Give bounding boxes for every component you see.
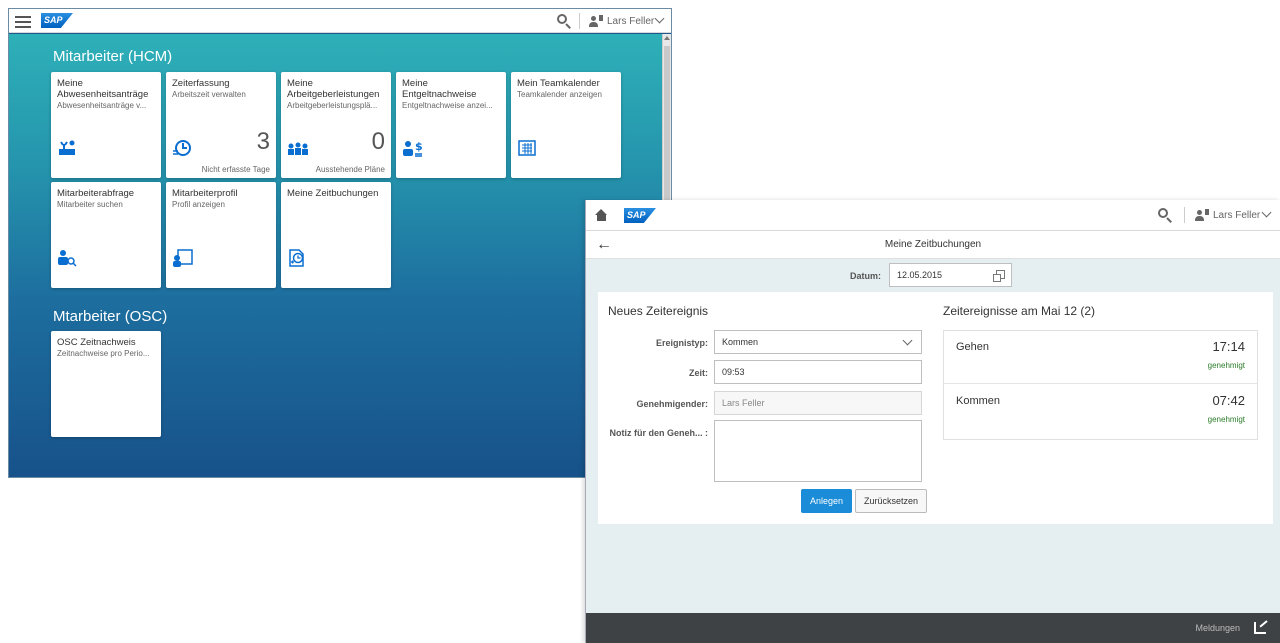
divider [579, 13, 580, 29]
menu-icon[interactable] [15, 13, 31, 29]
divider [1184, 207, 1185, 223]
tile-subtitle: Arbeitszeit verwalten [172, 90, 246, 99]
sap-logo: SAP [624, 208, 656, 223]
tile-title: Mein Teamkalender [517, 78, 600, 89]
tile-footer: Nicht erfasste Tage [201, 165, 270, 174]
list-item[interactable]: Gehen 17:14 genehmigt [944, 331, 1257, 384]
page-header: ← Meine Zeitbuchungen [586, 231, 1280, 259]
tile-count: 3 [256, 128, 270, 155]
date-input[interactable]: 12.05.2015 [889, 263, 1012, 287]
launchpad-content: Mitarbeiter (HCM) Meine Abwesenheitsantr… [9, 34, 664, 477]
tile-time-recording[interactable]: Zeiterfassung Arbeitszeit verwalten 3 Ni… [166, 72, 276, 178]
tile-absences[interactable]: Meine Abwesenheitsanträge Abwesenheitsan… [51, 72, 161, 178]
new-event-title: Neues Zeitereignis [608, 304, 709, 318]
booking-form-panel: Neues Zeitereignis Ereignistyp: Kommen Z… [598, 292, 1273, 524]
events-title: Zeitereignisse am Mai 12 (2) [943, 304, 1096, 318]
date-bar: Datum: 12.05.2015 [586, 259, 1280, 292]
launchpad-window: SAP Lars Feller Mitarbeiter (HCM) Meine … [8, 8, 672, 478]
tile-title: Zeiterfassung [172, 78, 230, 89]
tile-title: OSC Zeitnachweis [57, 337, 136, 348]
event-time: 07:42 [1212, 393, 1245, 408]
tile-subtitle: Zeitnachweise pro Perio... [57, 349, 150, 358]
event-name: Gehen [956, 341, 990, 353]
page-title: Meine Zeitbuchungen [884, 239, 982, 250]
tile-title: Meine Entgeltnachweise [402, 78, 477, 100]
messages-button[interactable]: Meldungen [1195, 623, 1240, 633]
event-status: genehmigt [1207, 361, 1245, 370]
vacation-icon [57, 138, 77, 158]
user-name[interactable]: Lars Feller [607, 16, 654, 27]
note-textarea[interactable] [714, 420, 922, 482]
tile-count: 0 [371, 128, 385, 155]
clock-icon [172, 138, 192, 158]
tile-osc-timesheet[interactable]: OSC Zeitnachweis Zeitnachweise pro Perio… [51, 331, 161, 437]
time-input[interactable]: 09:53 [714, 360, 922, 384]
tile-title: Mitarbeiterprofil [172, 188, 238, 199]
tile-payslips[interactable]: Meine Entgeltnachweise Entgeltnachweise … [396, 72, 506, 178]
group-title-osc: Mtarbeiter (OSC) [53, 308, 168, 325]
people-icon [287, 138, 308, 158]
user-icon[interactable] [1195, 208, 1209, 222]
event-type-value: Kommen [722, 337, 759, 347]
tile-title: Meine Arbeitgeberleistungen [287, 78, 380, 100]
time-bookings-window: SAP Lars Feller ← Meine Zeitbuchungen Da… [585, 200, 1280, 643]
event-status: genehmigt [1207, 415, 1245, 424]
share-icon[interactable] [1254, 622, 1266, 634]
tile-subtitle: Entgeltnachweise anzei... [402, 101, 493, 110]
events-list: Gehen 17:14 genehmigt Kommen 07:42 geneh… [943, 330, 1258, 440]
list-item[interactable]: Kommen 07:42 genehmigt [944, 385, 1257, 438]
time-value: 09:53 [722, 367, 745, 377]
group-title-hcm: Mitarbeiter (HCM) [53, 48, 173, 65]
tile-team-calendar[interactable]: Mein Teamkalender Teamkalender anzeigen [511, 72, 621, 178]
event-time: 17:14 [1212, 339, 1245, 354]
svg-text:$: $ [415, 140, 423, 153]
calendar-icon[interactable] [993, 270, 1005, 282]
approver-input: Lars Feller [714, 391, 922, 415]
time-document-icon [287, 248, 307, 268]
tile-subtitle: Profil anzeigen [172, 200, 225, 209]
create-button[interactable]: Anlegen [801, 489, 853, 513]
chevron-down-icon[interactable] [654, 13, 665, 24]
calendar-icon [517, 138, 537, 158]
launchpad-shell-bar: SAP Lars Feller [9, 9, 671, 33]
tile-benefits[interactable]: Meine Arbeitgeberleistungen Arbeitgeberl… [281, 72, 391, 178]
home-icon[interactable] [595, 209, 608, 221]
date-value: 12.05.2015 [897, 270, 943, 280]
tile-title: Mitarbeiterabfrage [57, 188, 135, 199]
footer-bar: Meldungen [586, 613, 1280, 643]
search-icon[interactable] [557, 14, 571, 29]
sap-logo: SAP [41, 13, 73, 28]
approver-value: Lars Feller [722, 398, 765, 408]
chevron-down-icon[interactable] [1261, 207, 1272, 218]
person-search-icon [57, 248, 77, 268]
chevron-down-icon[interactable] [902, 335, 913, 346]
tile-subtitle: Abwesenheitsanträge v... [57, 101, 147, 110]
profile-icon [172, 248, 193, 268]
tile-subtitle: Arbeitgeberleistungsplä... [287, 101, 378, 110]
tile-my-time-bookings[interactable]: Meine Zeitbuchungen [281, 182, 391, 288]
user-icon[interactable] [589, 14, 603, 28]
event-name: Kommen [956, 395, 1001, 407]
tile-title: Meine Zeitbuchungen [287, 188, 379, 199]
date-label: Datum: [850, 271, 881, 281]
event-type-label: Ereignistyp: [655, 338, 708, 348]
event-type-select[interactable]: Kommen [714, 330, 922, 354]
tile-employee-profile[interactable]: Mitarbeiterprofil Profil anzeigen [166, 182, 276, 288]
time-label: Zeit: [689, 368, 708, 378]
reset-button[interactable]: Zurücksetzen [855, 489, 928, 513]
tile-employee-lookup[interactable]: Mitarbeiterabfrage Mitarbeiter suchen [51, 182, 161, 288]
tile-footer: Ausstehende Pläne [315, 165, 385, 174]
app-shell-bar: SAP Lars Feller [586, 200, 1280, 231]
tile-title: Meine Abwesenheitsanträge [57, 78, 149, 100]
search-icon[interactable] [1158, 208, 1172, 223]
person-money-icon: $ [402, 138, 423, 158]
tile-subtitle: Teamkalender anzeigen [517, 90, 602, 99]
user-name[interactable]: Lars Feller [1213, 210, 1260, 221]
note-label: Notiz für den Geneh... : [609, 428, 709, 438]
approver-label: Genehmigender: [636, 399, 708, 409]
tile-subtitle: Mitarbeiter suchen [57, 200, 123, 209]
scroll-up-icon[interactable] [664, 36, 670, 40]
